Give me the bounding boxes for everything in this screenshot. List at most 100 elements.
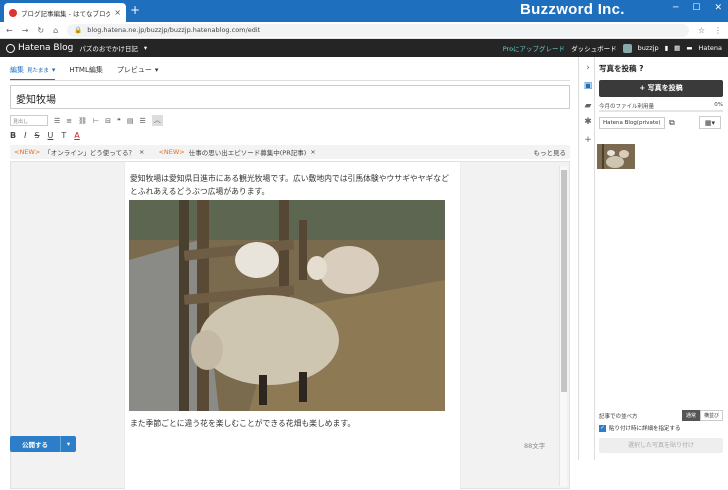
reload-icon[interactable]: ↻ xyxy=(37,26,44,35)
minimize-icon[interactable]: ─ xyxy=(673,3,678,13)
help-icon[interactable]: ? xyxy=(639,64,643,73)
tab-html[interactable]: HTML編集 xyxy=(69,65,102,81)
body-paragraph[interactable]: 愛知牧場は愛知県日進市にある観光牧場です。広い敷地内では引馬体験やウサギやヤギな… xyxy=(130,172,452,198)
plus-icon: + xyxy=(639,84,646,92)
usage-bar xyxy=(599,110,723,112)
forward-icon[interactable]: → xyxy=(22,26,29,35)
publish-button[interactable]: 公開する ▾ xyxy=(10,436,76,452)
browser-menu-icon[interactable]: ⋮ xyxy=(714,26,722,35)
checkbox[interactable]: ✓ xyxy=(599,424,606,432)
grid-menu-icon[interactable]: ▦ xyxy=(674,44,680,52)
post-photo-label: 写真を投稿 xyxy=(647,84,683,92)
pro-upgrade-link[interactable]: Proにアップグレード xyxy=(503,43,565,53)
usage-label: 今月のファイル利用量 xyxy=(599,104,655,110)
back-icon[interactable]: ← xyxy=(6,26,13,35)
tab-label: プレビュー xyxy=(116,66,152,74)
hatena-logo-icon xyxy=(6,43,15,53)
tab-label: 編集 xyxy=(10,66,24,74)
external-link-icon[interactable]: ⧉ xyxy=(669,118,675,128)
content-area[interactable]: 愛知牧場は愛知県日進市にある観光牧場です。広い敷地内では引馬体験やウサギやヤギな… xyxy=(124,162,461,490)
notification-icon[interactable]: ▬ xyxy=(686,44,692,52)
sort-option-horizontal[interactable]: 横並び xyxy=(699,410,723,421)
photo-image xyxy=(129,200,445,411)
sheep-photo[interactable] xyxy=(129,200,445,411)
align-icon[interactable]: ☰ xyxy=(139,117,145,125)
photo-thumbnail[interactable] xyxy=(597,144,635,169)
text-color-icon[interactable]: A xyxy=(74,131,79,140)
new-tab-button[interactable]: + xyxy=(130,4,140,16)
bookmark-icon[interactable]: ▮ xyxy=(665,44,669,52)
tab-sub-label: 見たまま xyxy=(27,68,49,74)
sort-label: 記事での並べ方 xyxy=(599,413,638,420)
sort-option-normal[interactable]: 通常 xyxy=(681,410,700,421)
scrollbar-thumb[interactable] xyxy=(561,170,567,392)
suggestion-link[interactable]: 「オンライン」どう使ってる？ xyxy=(44,147,135,157)
editor-mode-tabs: 編集 見たまま ▾ HTML編集 プレビュー ▾ xyxy=(10,65,158,81)
favicon-icon xyxy=(9,8,17,17)
blog-name[interactable]: パズのおでかけ日記 xyxy=(79,43,138,53)
hr-icon[interactable]: ⊟ xyxy=(105,117,111,125)
chevron-down-icon: ▾ xyxy=(154,66,159,74)
right-logo[interactable]: Hatena xyxy=(698,44,722,52)
publish-label: 公開する xyxy=(22,441,48,449)
editor-body[interactable]: 愛知牧場は愛知県日進市にある観光牧場です。広い敷地内では引馬体験やウサギやヤギな… xyxy=(10,161,570,490)
gear-icon[interactable]: ✱ xyxy=(583,117,593,127)
album-select[interactable]: Hatena Blog(private) xyxy=(599,117,665,129)
editor-pane: 編集 見たまま ▾ HTML編集 プレビュー ▾ 愛知牧場 見出し ☰ ≡ ⛓ … xyxy=(0,57,578,490)
close-tab-icon[interactable]: × xyxy=(114,8,121,17)
more-link[interactable]: もっと見る xyxy=(534,147,567,157)
tab-preview[interactable]: プレビュー ▾ xyxy=(117,65,159,81)
tab-wysiwyg[interactable]: 編集 見たまま ▾ xyxy=(10,65,56,81)
strikethrough-icon[interactable]: S xyxy=(34,131,39,140)
blog-name-caret-icon[interactable]: ▾ xyxy=(144,44,147,52)
quote-icon[interactable]: ❝ xyxy=(117,117,121,125)
sidebar-heading: 写真を投稿 ? xyxy=(599,63,643,74)
suggestion-link[interactable]: 仕事の思い出エピソード募集中(PR記事) xyxy=(189,147,307,157)
photo-sidebar: 写真を投稿 ? + 写真を投稿 今月のファイル利用量 0% Hatena Blo… xyxy=(595,57,728,460)
hatena-nav-bar: Hatena Blog パズのおでかけ日記 ▾ Proにアップグレード ダッシュ… xyxy=(0,39,728,57)
link-icon[interactable]: ⛓ xyxy=(78,117,87,125)
photo-tool-icon[interactable]: ▣ xyxy=(583,81,593,91)
logo-text: Hatena Blog xyxy=(18,43,74,53)
bookmark-star-icon[interactable]: ☆ xyxy=(698,26,705,35)
font-size-icon[interactable]: T xyxy=(61,131,66,140)
close-icon[interactable]: × xyxy=(310,148,315,156)
char-count: 88文字 xyxy=(524,442,546,450)
add-icon[interactable]: + xyxy=(583,135,593,145)
italic-icon[interactable]: I xyxy=(24,131,26,140)
lock-icon: 🔒 xyxy=(74,26,83,34)
bullet-list-icon[interactable]: ☰ xyxy=(54,117,60,125)
close-icon[interactable]: × xyxy=(139,148,144,156)
user-name[interactable]: buzzjp xyxy=(638,44,659,52)
browser-tab[interactable]: ブログ記事編集 - はてなブログ × xyxy=(4,3,126,22)
post-photo-button[interactable]: + 写真を投稿 xyxy=(599,80,723,97)
maximize-icon[interactable]: ☐ xyxy=(692,3,700,13)
tab-label: HTML編集 xyxy=(69,66,103,74)
heading-select[interactable]: 見出し xyxy=(10,115,48,126)
hatena-blog-logo[interactable]: Hatena Blog xyxy=(6,43,73,53)
view-mode-select[interactable]: ▦▾ xyxy=(699,116,721,129)
collapse-toolbar-icon[interactable]: ︿ xyxy=(151,115,163,126)
avatar[interactable] xyxy=(622,43,632,53)
text-style-toolbar: B I S U T A xyxy=(10,129,80,141)
folder-icon[interactable]: ▰ xyxy=(583,101,593,111)
detail-checkbox-row[interactable]: ✓ 貼り付け時に詳細を指定する xyxy=(599,424,723,432)
bold-icon[interactable]: B xyxy=(10,131,16,140)
chevron-down-icon[interactable]: ▾ xyxy=(60,436,76,452)
address-bar-row: ← → ↻ ⌂ 🔒 blog.hatena.ne.jp/buzzjp/buzzj… xyxy=(0,22,728,39)
body-paragraph[interactable]: また季節ごとに違う花を楽しむことができる花畑も楽しめます。 xyxy=(130,418,452,429)
url-field[interactable]: 🔒 blog.hatena.ne.jp/buzzjp/buzzjp.hatena… xyxy=(67,23,689,37)
chevron-right-icon[interactable]: › xyxy=(583,63,593,73)
close-window-icon[interactable]: ✕ xyxy=(714,3,722,13)
topic-suggestions: <NEW> 「オンライン」どう使ってる？ × <NEW> 仕事の思い出エピソード… xyxy=(10,145,570,159)
title-input[interactable]: 愛知牧場 xyxy=(10,85,570,109)
editor-scrollbar[interactable] xyxy=(559,166,567,486)
underline-icon[interactable]: U xyxy=(48,131,54,140)
checkbox-label: 貼り付け時に詳細を指定する xyxy=(609,426,681,432)
table-icon[interactable]: ▤ xyxy=(127,117,134,125)
dashboard-link[interactable]: ダッシュボード xyxy=(571,43,617,53)
paste-photo-button[interactable]: 選択した写真を貼り付け xyxy=(599,438,723,453)
home-icon[interactable]: ⌂ xyxy=(53,26,58,35)
more-icon[interactable]: ⊢ xyxy=(93,117,99,125)
numbered-list-icon[interactable]: ≡ xyxy=(66,117,72,125)
